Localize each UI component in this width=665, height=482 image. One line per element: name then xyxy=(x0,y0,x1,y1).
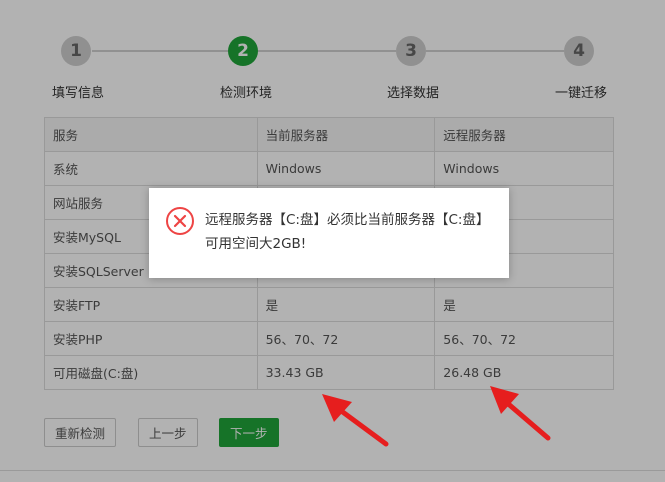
step-4-circle: 4 xyxy=(564,36,594,66)
current-value: 56、70、72 xyxy=(256,321,436,356)
header-remote-server: 远程服务器 xyxy=(434,117,614,152)
error-circle-icon xyxy=(165,206,195,236)
step-2-circle: 2 xyxy=(228,36,258,66)
annotation-arrow-icon xyxy=(322,394,389,447)
current-value: 33.43 GB xyxy=(256,355,436,390)
table-row: 安装PHP 56、70、72 56、70、72 xyxy=(44,321,614,356)
prev-step-button[interactable]: 上一步 xyxy=(138,418,198,447)
remote-value: 是 xyxy=(434,287,614,322)
step-1-label: 填写信息 xyxy=(52,86,105,101)
footer-divider xyxy=(0,470,665,471)
remote-value: 56、70、72 xyxy=(434,321,614,356)
row-label: 安装PHP xyxy=(44,321,258,356)
error-dialog: 远程服务器【C:盘】必须比当前服务器【C:盘】可用空间大2GB! xyxy=(149,188,509,278)
header-service: 服务 xyxy=(44,117,258,152)
table-row: 系统 Windows Windows xyxy=(44,151,614,186)
step-4-label: 一键迁移 xyxy=(555,86,608,101)
current-value: 是 xyxy=(256,287,436,322)
step-2-label: 检测环境 xyxy=(220,86,273,101)
step-3-circle: 3 xyxy=(396,36,426,66)
row-label: 可用磁盘(C:盘) xyxy=(44,355,258,390)
step-connector xyxy=(92,50,228,52)
error-message: 远程服务器【C:盘】必须比当前服务器【C:盘】可用空间大2GB! xyxy=(205,212,483,252)
step-connector xyxy=(426,50,564,52)
remote-value: Windows xyxy=(434,151,614,186)
header-current-server: 当前服务器 xyxy=(256,117,436,152)
progress-stepper: 1 2 3 4 填写信息 检测环境 选择数据 一键迁移 xyxy=(0,0,665,110)
step-connector xyxy=(258,50,396,52)
row-label: 安装FTP xyxy=(44,287,258,322)
table-header-row: 服务 当前服务器 远程服务器 xyxy=(44,117,614,152)
recheck-button[interactable]: 重新检测 xyxy=(44,418,117,447)
row-label: 系统 xyxy=(44,151,258,186)
step-3-label: 选择数据 xyxy=(387,86,440,101)
current-value: Windows xyxy=(256,151,436,186)
step-1-circle: 1 xyxy=(61,36,91,66)
next-step-button[interactable]: 下一步 xyxy=(219,418,279,447)
annotation-arrow-icon xyxy=(490,386,551,441)
table-row: 安装FTP 是 是 xyxy=(44,287,614,322)
